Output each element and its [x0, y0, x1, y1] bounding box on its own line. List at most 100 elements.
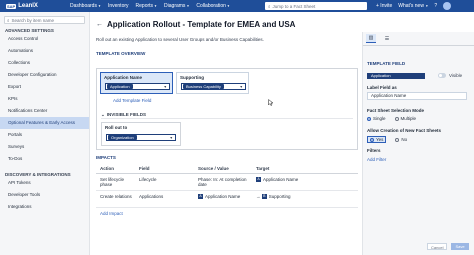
allow-creation-label: Allow Creation of New Fact Sheets	[367, 128, 442, 133]
brand-badge: SAP	[6, 3, 17, 9]
selection-mode-radio-group: Single Multiple	[367, 116, 416, 121]
table-row[interactable]: Set lifecycle phase Lifecycle Phase: In: A…	[96, 173, 358, 191]
fact-sheet-chip: Application	[107, 84, 133, 89]
sidebar-heading-discovery: DISCOVERY & INTEGRATIONS	[5, 172, 71, 177]
cell-target: A Application Name	[252, 173, 358, 191]
list-icon: ☰	[384, 35, 390, 42]
cell-action: Set lifecycle phase	[96, 173, 135, 191]
page-header: ← Application Rollout - Template for EME…	[96, 12, 362, 32]
top-right-actions: + Invite What's new ▼ ?	[376, 0, 452, 12]
global-search-input[interactable]: ⌕ Jump to a Fact Sheet	[265, 2, 367, 10]
nav-diagrams[interactable]: Diagrams ▼	[164, 3, 189, 9]
field-select[interactable]: Organization ▼	[106, 134, 176, 141]
tab-settings[interactable]: ☰	[382, 34, 392, 43]
brand-logo[interactable]: SAP LeanIX	[0, 3, 70, 9]
invite-button[interactable]: + Invite	[376, 3, 392, 9]
filters-label: Filters	[367, 148, 381, 153]
cell-action: Create relations	[96, 190, 135, 208]
avatar[interactable]	[443, 2, 452, 10]
field-select[interactable]: Business Capability ▼	[181, 83, 246, 90]
radio-unchecked-icon	[394, 116, 399, 121]
cell-source-text: Application Name	[205, 193, 241, 199]
fact-sheet-tag: B	[261, 193, 267, 199]
template-overview-label: TEMPLATE OVERVIEW	[96, 51, 146, 56]
sidebar-item[interactable]: To-Dos	[0, 153, 89, 165]
search-icon: ⌕	[268, 3, 271, 9]
impacts-table: Action Field Source / Value Target Set l…	[96, 164, 358, 208]
nav-collaboration[interactable]: Collaboration ▼	[196, 3, 229, 9]
cell-field: Applications	[135, 190, 194, 208]
cell-source-text: Phase: In: At completion date	[198, 176, 247, 187]
label-field-input[interactable]: Application Name	[367, 92, 467, 100]
nav-inventory[interactable]: Inventory	[108, 3, 129, 9]
bar-chart-icon: ▥	[368, 35, 374, 41]
table-row[interactable]: Create relations Applications A Application…	[96, 190, 358, 208]
add-filter-link[interactable]: Add Filter	[367, 157, 386, 162]
save-button[interactable]: Save	[451, 243, 469, 250]
add-template-field-link[interactable]: Add Template Field	[113, 98, 151, 103]
field-head: Supporting	[180, 75, 204, 80]
impacts-label: IMPACTS	[96, 155, 116, 160]
template-field-application-name[interactable]: Application Name Application ▼	[100, 72, 173, 94]
radio-checked-icon	[367, 116, 371, 121]
sidebar-item[interactable]: Integrations	[0, 201, 89, 213]
radio-yes[interactable]: Yes	[367, 136, 387, 143]
sidebar-item[interactable]: Portals	[0, 129, 89, 141]
chevron-down-icon: ▼	[97, 4, 101, 8]
visible-toggle[interactable]	[438, 73, 446, 78]
sidebar-item[interactable]: Surveys	[0, 141, 89, 153]
sidebar-search-placeholder: Search by item name	[11, 17, 55, 23]
sidebar-item[interactable]: Developer Configuration	[0, 69, 89, 81]
sidebar-item[interactable]: Optional Features & Early Access	[0, 117, 89, 129]
whats-new-button[interactable]: What's new ▼	[398, 3, 428, 9]
add-impact-link[interactable]: Add Impact	[100, 211, 123, 216]
template-overview: Application Name Application ▼ Supportin…	[96, 68, 358, 150]
page-title: Application Rollout - Template for EMEA …	[107, 19, 296, 29]
cell-field: Lifecycle	[135, 173, 194, 191]
nav-dashboards[interactable]: Dashboards ▼	[70, 3, 101, 9]
field-head: Roll out to	[105, 125, 128, 130]
chevron-down-icon: ⌄	[101, 111, 105, 117]
sidebar-search-input[interactable]: ⌕ Search by item name	[4, 16, 85, 24]
radio-no[interactable]: No	[395, 136, 407, 143]
sidebar-item[interactable]: Developer Tools	[0, 189, 89, 201]
cell-field-text: Lifecycle	[139, 176, 157, 182]
cell-action-text: Create relations	[100, 193, 132, 199]
radio-multiple[interactable]: Multiple	[394, 116, 416, 121]
cancel-button[interactable]: Cancel	[427, 243, 448, 250]
cell-target-text: Supporting	[268, 193, 291, 199]
sidebar-item[interactable]: API Tokens	[0, 177, 89, 189]
panel-actions: Cancel Save	[427, 243, 469, 250]
radio-single[interactable]: Single	[367, 116, 386, 121]
sidebar-item[interactable]: Notifications Center	[0, 105, 89, 117]
column-header: Source / Value	[194, 164, 252, 174]
fact-sheet-chip: Business Capability	[183, 84, 224, 89]
column-header: Target	[252, 164, 358, 174]
invisible-fields-toggle[interactable]: ⌄ INVISIBLE FIELDS	[101, 111, 353, 119]
brand-name: LeanIX	[18, 3, 38, 9]
sidebar-item[interactable]: Access Control	[0, 33, 89, 45]
global-search-placeholder: Jump to a Fact Sheet	[272, 3, 316, 9]
sidebar-item[interactable]: Export	[0, 81, 89, 93]
sidebar-item[interactable]: Automations	[0, 45, 89, 57]
template-field-panel: ▥ ☰ TEMPLATE FIELD Application Visible L…	[362, 32, 474, 255]
template-field-supporting[interactable]: Supporting Business Capability ▼	[176, 72, 249, 94]
main-nav: Dashboards ▼ Inventory Reports ▼ Diagrams ▼…	[70, 3, 230, 9]
cell-source: Phase: In: At completion date	[194, 173, 252, 191]
sidebar-heading-advanced: ADVANCED SETTINGS	[5, 28, 54, 33]
chevron-down-icon: ▼	[425, 4, 429, 8]
tab-properties[interactable]: ▥	[366, 34, 376, 43]
field-select[interactable]: Application ▼	[105, 83, 170, 90]
fact-sheet-tag: A	[256, 176, 261, 182]
sidebar-item[interactable]: KPIs	[0, 93, 89, 105]
sidebar-item[interactable]: Collections	[0, 57, 89, 69]
template-field-roll-out-to[interactable]: Roll out to Organization ▼	[101, 122, 181, 146]
help-icon[interactable]: ?	[434, 3, 437, 9]
nav-reports[interactable]: Reports ▼	[136, 3, 158, 9]
chevron-down-icon: ▼	[239, 85, 243, 89]
radio-unchecked-icon	[395, 137, 400, 142]
chevron-down-icon: ▼	[154, 4, 158, 8]
back-arrow-icon[interactable]: ←	[96, 21, 103, 28]
cell-target: → B Supporting	[252, 190, 358, 208]
fact-sheet-chip: Organization	[108, 135, 137, 140]
